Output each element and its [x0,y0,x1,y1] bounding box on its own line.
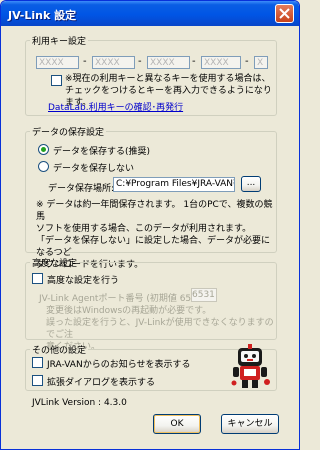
storage-note-line2: ソフトを使用する場合、このデータが利用されます。 [36,224,252,234]
settings-dialog: JV-Link 設定 利用キー設定 XXXX - XXXX - XXXX - X… [0,0,300,450]
cancel-button[interactable]: キャンセル [221,414,279,434]
version-label: JVLink Version : 4.3.0 [32,398,127,408]
key-field-2[interactable]: XXXX [92,56,135,69]
ok-button[interactable]: OK [153,414,201,434]
key-field-1[interactable]: XXXX [36,56,79,69]
save-data-radio[interactable] [38,144,49,155]
title-bar[interactable]: JV-Link 設定 [1,1,299,26]
mascot-robot-icon [231,344,270,388]
key-field-4[interactable]: XXXX [201,56,241,69]
key-separator: - [245,56,249,67]
agent-port-input[interactable]: 6531 [191,288,217,302]
change-key-checkbox[interactable] [51,75,62,86]
advanced-settings-legend: 高度な設定 [32,259,78,269]
storage-note-line1: ※ データは約一年間保存されます。 1台のPCで、複数の競馬 [36,200,273,222]
no-save-data-label: データを保存しない [53,164,135,174]
save-path-label: データ保存場所: [48,184,115,194]
agent-port-label: JV-Link Agentポート番号 (初期値 6531): [39,294,210,304]
advanced-note-line1: 変更後はWindowsの再起動が必要です。 [46,306,212,316]
key-separator: - [138,56,142,67]
datalab-key-link[interactable]: DataLab.利用キーの確認･再発行 [48,100,183,113]
key-separator: - [192,56,196,67]
browse-button[interactable]: ... [241,176,261,192]
key-settings-legend: 利用キー設定 [32,37,87,47]
close-icon [279,8,290,19]
extended-dialog-checkbox[interactable] [32,375,43,386]
window-title: JV-Link 設定 [8,9,77,22]
close-button[interactable] [275,4,294,23]
change-key-label-line1: ※現在の利用キーと異なるキーを使用する場合は、 [65,74,271,84]
other-settings-legend: その他の設定 [32,346,87,356]
extended-dialog-label: 拡張ダイアログを表示する [47,378,156,388]
key-field-5[interactable]: X [254,56,268,69]
no-save-data-radio[interactable] [38,161,49,172]
advanced-settings-checkbox[interactable] [32,273,43,284]
save-path-input[interactable]: C:¥Program Files¥JRA-VAN¥D [113,177,235,192]
show-notice-checkbox[interactable] [32,357,43,368]
key-separator: - [83,56,87,67]
show-notice-label: JRA-VANからのお知らせを表示する [47,360,191,370]
save-data-label: データを保存する(推奨) [53,147,151,157]
key-field-3[interactable]: XXXX [147,56,190,69]
storage-settings-legend: データの保存設定 [32,128,105,138]
advanced-settings-label: 高度な設定を行う [47,276,120,286]
advanced-note-line2: 誤った設定を行うと、JV-Linkが使用できなくなりますのでご注 [46,318,274,340]
